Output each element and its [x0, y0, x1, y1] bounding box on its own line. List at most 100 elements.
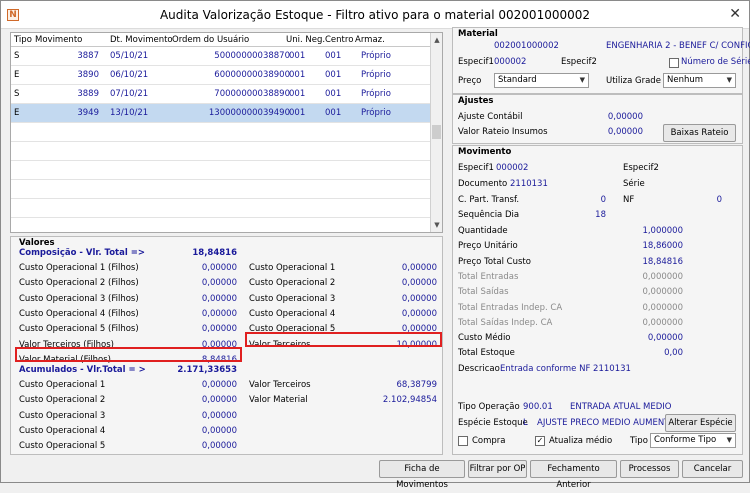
utiliza-grade-value: Nenhum	[667, 75, 704, 85]
composicao-right-value-4: 0,00000	[401, 308, 437, 319]
mov-field-label: Total Saídas Indep. CA	[458, 317, 553, 328]
chevron-down-icon: ▼	[726, 76, 732, 84]
composicao-right-label-2: Custo Operacional 2	[249, 278, 336, 289]
cell-ordem: 60000000038900	[214, 70, 290, 80]
cell-centro: 001	[325, 108, 342, 118]
valores-title: Valores	[19, 238, 55, 248]
cell-uni: 001	[289, 51, 306, 61]
cell-tipo: E	[14, 108, 20, 118]
chevron-down-icon: ▼	[726, 436, 732, 444]
material-panel: Material 002001000002 ENGENHARIA 2 - BEN…	[452, 27, 750, 94]
highlight-valor-material	[15, 347, 242, 362]
cell-armaz: Próprio	[361, 70, 391, 80]
documento-label: Documento	[458, 179, 508, 189]
col-movimento[interactable]: Movimento	[35, 35, 82, 45]
cell-dt: 07/10/21	[110, 89, 149, 99]
compra-label: Compra	[472, 436, 506, 446]
acumulados-label: Acumulados - Vlr.Total = >	[19, 365, 146, 375]
scroll-thumb[interactable]	[432, 125, 441, 139]
col-dt-movimento[interactable]: Dt. Movimento	[110, 35, 173, 45]
cell-tipo: E	[14, 70, 20, 80]
cell-tipo: S	[14, 51, 20, 61]
tipo-value: Conforme Tipo	[654, 435, 717, 445]
title-bar: N Audita Valorização Estoque - Filtro at…	[1, 1, 749, 29]
atualiza-medio-checkbox[interactable]: ✓	[535, 436, 545, 446]
close-icon[interactable]: ✕	[729, 6, 741, 22]
baixas-rateio-button[interactable]: Baixas Rateio	[663, 124, 736, 142]
table-row[interactable]: S 3887 05/10/21 50000000038870 001 001 Próprio	[11, 47, 430, 66]
valor-rateio-label: Valor Rateio Insumos	[458, 127, 548, 137]
documento-value: 2110131	[510, 179, 548, 189]
mov-field-label: Total Entradas Indep. CA	[458, 302, 563, 313]
filtrar-op-button[interactable]: Filtrar por OP	[468, 460, 527, 478]
tipo-select[interactable]: Conforme Tipo ▼	[650, 433, 736, 448]
highlight-valor-terceiros	[245, 332, 442, 347]
table-row[interactable]: E 3890 06/10/21 60000000038900 001 001 Próprio	[11, 66, 430, 85]
utiliza-grade-select[interactable]: Nenhum ▼	[663, 73, 736, 88]
mov-especif1-label: Especif1	[458, 163, 494, 173]
scroll-down-icon[interactable]: ▼	[432, 220, 442, 230]
mov-field-label: Total Entradas	[458, 271, 519, 282]
alterar-especie-button[interactable]: Alterar Espécie	[665, 414, 736, 432]
cell-ordem: 130000000039490	[208, 108, 290, 118]
acumulados-left-label-1: Custo Operacional 1	[19, 380, 106, 390]
scroll-up-icon[interactable]: ▲	[432, 35, 442, 45]
cell-armaz: Próprio	[361, 51, 391, 61]
compra-checkbox[interactable]	[458, 436, 468, 446]
utiliza-grade-label: Utiliza Grade	[606, 76, 661, 86]
mov-field-label: Total Saídas	[458, 287, 509, 298]
grid-scrollbar[interactable]: ▲ ▼	[430, 33, 442, 232]
acumulados-value: 2.171,33653	[177, 365, 237, 375]
cell-uni: 001	[289, 89, 306, 99]
descricao-label: Descricao	[458, 364, 500, 374]
mov-field-value: 0,000000	[642, 317, 683, 328]
sequencia-value: 18	[595, 210, 606, 220]
col-centro[interactable]: Centro	[325, 35, 353, 45]
cell-uni: 001	[289, 70, 306, 80]
cell-mov: 3890	[77, 70, 99, 80]
composicao-left-label-2: Custo Operacional 2 (Filhos)	[19, 278, 139, 289]
acumulados-left-value-1: 0,00000	[201, 380, 237, 390]
composicao-left-value-5: 0,00000	[201, 324, 237, 335]
valor-rateio-value: 0,00000	[607, 127, 643, 137]
atualiza-medio-label: Atualiza médio	[549, 436, 613, 446]
serie-label: Série	[623, 179, 645, 189]
mov-field-label: Preço Unitário	[458, 241, 518, 252]
ficha-movimentos-button[interactable]: Ficha de Movimentos	[379, 460, 465, 490]
col-uni-neg[interactable]: Uni. Neg.	[286, 35, 325, 45]
cell-uni: 001	[289, 108, 306, 118]
table-row[interactable]: E 3949 13/10/21 130000000039490 001 001 Própri…	[11, 104, 430, 123]
nf-label: NF	[623, 195, 635, 205]
nf-value: 0	[716, 195, 722, 205]
numero-serie-checkbox[interactable]	[669, 58, 679, 68]
table-row[interactable]: S 3889 07/10/21 70000000038890 001 001 Próprio	[11, 85, 430, 104]
movimento-title: Movimento	[458, 147, 512, 157]
cell-tipo: S	[14, 89, 20, 99]
preco-select[interactable]: Standard ▼	[494, 73, 589, 88]
acumulados-left-value-4: 0,00000	[201, 425, 237, 436]
composicao-left-value-2: 0,00000	[201, 278, 237, 289]
mov-field-value: 0,000000	[642, 271, 683, 282]
col-armaz[interactable]: Armaz.	[355, 35, 385, 45]
col-ordem[interactable]: Ordem do Usuário	[172, 35, 249, 45]
cpart-label: C. Part. Transf.	[458, 195, 520, 205]
processos-button[interactable]: Processos	[620, 460, 679, 478]
cell-dt: 13/10/21	[110, 108, 149, 118]
numero-serie-label: Número de Série	[681, 57, 750, 67]
cell-mov: 3887	[77, 51, 99, 61]
cancelar-button[interactable]: Cancelar	[682, 460, 743, 478]
cell-ordem: 50000000038870	[214, 51, 290, 61]
material-code: 002001000002	[494, 41, 559, 51]
audit-window: N Audita Valorização Estoque - Filtro at…	[0, 0, 750, 490]
mov-especif1-value: 000002	[496, 163, 529, 173]
grid-header: Tipo Movimento Dt. Movimento Ordem do Us…	[11, 33, 430, 47]
chevron-down-icon: ▼	[579, 76, 585, 84]
col-tipo[interactable]: Tipo	[14, 35, 32, 45]
mov-field-label: Total Estoque	[458, 348, 515, 359]
movements-grid[interactable]: Tipo Movimento Dt. Movimento Ordem do Us…	[10, 32, 443, 233]
composicao-label: Composição - Vlr. Total =>	[19, 248, 145, 258]
fechamento-anterior-button[interactable]: Fechamento Anterior	[530, 460, 617, 490]
especif1-label: Especif1	[458, 57, 494, 67]
composicao-right-value-3: 0,00000	[401, 293, 437, 304]
mov-field-value: 0,000000	[642, 287, 683, 298]
